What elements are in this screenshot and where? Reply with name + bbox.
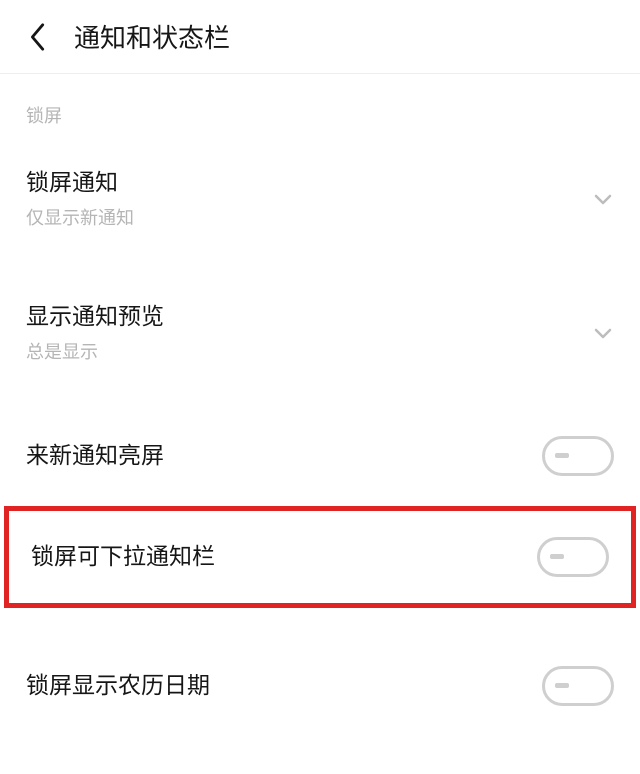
chevron-down-icon xyxy=(592,193,614,205)
row-lockscreen-lunar: 锁屏显示农历日期 xyxy=(0,644,640,728)
header: 通知和状态栏 xyxy=(0,0,640,74)
toggle-lunar[interactable] xyxy=(542,666,614,706)
row-title: 显示通知预览 xyxy=(26,302,164,332)
toggle-wake[interactable] xyxy=(542,436,614,476)
back-button[interactable] xyxy=(20,19,56,55)
row-title: 锁屏显示农历日期 xyxy=(26,671,210,701)
row-title: 来新通知亮屏 xyxy=(26,441,164,471)
row-subtitle: 总是显示 xyxy=(26,338,164,364)
chevron-left-icon xyxy=(28,22,48,52)
row-subtitle: 仅显示新通知 xyxy=(26,204,134,230)
toggle-handle-icon xyxy=(555,453,569,458)
row-title: 锁屏通知 xyxy=(26,168,134,198)
section-title-lockscreen: 锁屏 xyxy=(0,74,640,146)
chevron-down-icon xyxy=(592,327,614,339)
toggle-handle-icon xyxy=(555,683,569,688)
row-title: 锁屏可下拉通知栏 xyxy=(31,542,215,572)
row-lockscreen-pulldown: 锁屏可下拉通知栏 xyxy=(9,511,631,603)
row-notification-preview[interactable]: 显示通知预览 总是显示 xyxy=(0,280,640,386)
row-lockscreen-notifications[interactable]: 锁屏通知 仅显示新通知 xyxy=(0,146,640,252)
row-texts: 锁屏通知 仅显示新通知 xyxy=(26,168,134,230)
row-texts: 显示通知预览 总是显示 xyxy=(26,302,164,364)
toggle-pulldown[interactable] xyxy=(537,537,609,577)
highlighted-row-container: 锁屏可下拉通知栏 xyxy=(4,506,636,608)
row-wake-on-notification: 来新通知亮屏 xyxy=(0,414,640,498)
page-title: 通知和状态栏 xyxy=(74,18,230,55)
toggle-handle-icon xyxy=(550,554,564,559)
